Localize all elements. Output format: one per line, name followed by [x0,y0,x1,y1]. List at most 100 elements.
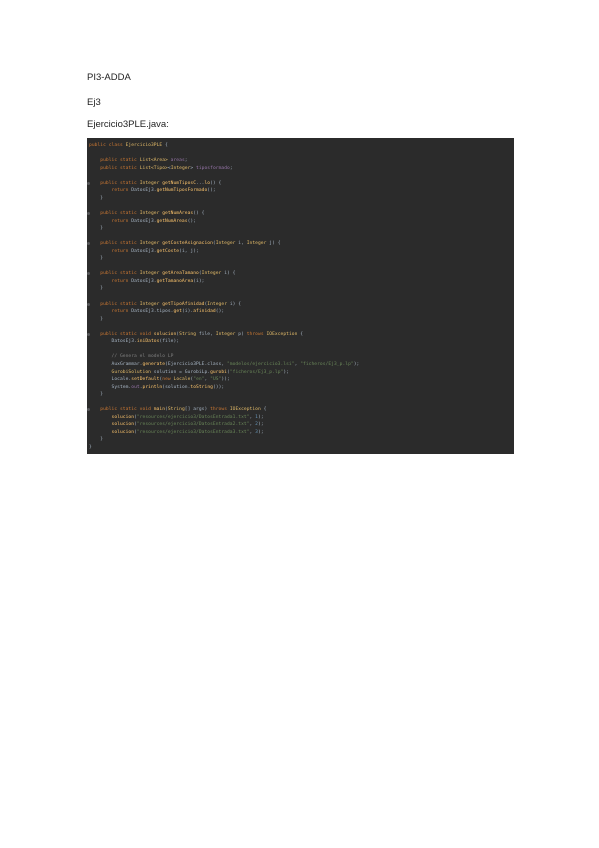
code-line: public static Integer getNumTiposC...lo(… [89,180,221,187]
code-line: System.out.println(solution.toString()); [89,384,225,391]
code-token: } [89,392,104,398]
code-token: DatosEj3. [89,339,137,345]
code-token: solucion [89,429,135,435]
code-token: String [167,407,185,413]
code-line: public static List<Tipo><Integer> tiposf… [89,165,233,172]
code-token: public static void [89,407,154,413]
code-token: (i); [193,278,205,284]
code-token: return [89,278,132,284]
code-token: (); [215,309,225,315]
code-token: getCosteAsignacion [159,241,213,247]
code-line: solucion("resources/ejercicio3/DatosEntr… [89,429,264,436]
code-line: DatosEj3.iniDatos(file); [89,338,180,345]
code-token: (i). [181,309,194,315]
code-token: solution = GurobiLp. [150,369,211,375]
code-token: // Genera el modelo LP [89,354,174,360]
code-token: setDefault [131,377,160,383]
code-token: public static [89,180,140,186]
code-line: public static Integer getNumAreas() { [89,210,204,217]
code-token: Integer [139,180,160,186]
code-token: (); [187,218,197,224]
fold-marker-icon [87,332,90,336]
code-token: Integer [139,301,160,307]
code-token: ); [353,361,360,367]
code-token: return [89,188,132,194]
code-token: List<Tipo> [139,165,168,171]
code-token: Ejercicio3PLE [125,143,163,148]
code-token: } [89,256,104,262]
code-token: { [260,407,267,413]
code-line: // Genera el modelo LP [89,353,174,360]
code-token: )); [221,377,230,383]
code-token: get [173,309,182,315]
code-token: solucion [89,422,135,428]
code-token: IOException [266,331,298,337]
code-token: Locale. [89,377,132,383]
code-token: { [297,331,304,337]
code-token: tiposformado [196,165,230,171]
code-token: public static [89,241,140,247]
code-token: throws [246,331,267,337]
code-token: out [131,384,140,390]
code-token: ()); [212,384,225,390]
code-token: } [89,316,104,322]
code-token: public static [89,271,140,277]
code-token: getNumAreas [159,210,194,216]
code-token: Integer [170,165,191,171]
code-token: throws [210,407,230,413]
code-line: return DatosEj3.tipos.get(i).afinidad(); [89,308,225,315]
code-token: generate [142,361,166,367]
code-token: return [89,218,132,224]
code-token: () { [210,180,222,186]
code-line: solucion("resources/ejercicio3/DatosEntr… [89,414,264,421]
code-line: } [89,225,103,232]
code-token: } [89,286,104,292]
code-token: "resources/ejercicio3/DatosEntrada1.txt" [136,414,250,420]
code-token: DatosEj3. [131,188,157,194]
code-line: } [89,255,103,262]
code-token: DatosEj3.tipos. [131,309,174,315]
code-token: } [89,195,104,201]
document-heading-project: PI3-ADDA [87,72,131,83]
code-line: } [89,195,103,202]
code-token: getNumTiposFormado [156,188,208,194]
code-screenshot: public class Ejercicio3PLE { public stat… [87,138,514,454]
code-line: return DatosEj3.getTamanoArea(i); [89,278,205,285]
code-token: toString [190,384,213,390]
code-token: getNumTiposC [159,180,197,186]
code-token: Integer [201,271,222,277]
fold-marker-icon [87,211,90,215]
code-token: "resources/ejercicio3/DatosEntrada2.txt" [136,422,250,428]
code-token: "en" [193,377,205,383]
code-token: j) { [266,241,281,247]
code-token: getNumAreas [156,218,188,224]
code-token: ; [229,165,233,171]
code-line: } [89,316,103,323]
code-line: solucion("resources/ejercicio3/DatosEntr… [89,421,264,428]
code-line: return DatosEj3.getNumTiposFormado(); [89,187,216,194]
code-token: getCoste [156,248,180,254]
code-token: new [162,377,174,383]
code-line: public static Integer getCosteAsignacion… [89,240,281,247]
code-token: IOException [229,407,261,413]
code-token: (Ejercicio3PLE.class, [165,361,227,367]
code-token: "US" [210,377,222,383]
code-token: ); [258,429,264,435]
document-heading-filename: Ejercicio3PLE.java: [87,119,169,130]
code-token: } [89,437,104,443]
code-line: } [89,444,92,451]
code-token: getTamanoArea [156,278,194,284]
code-token: ); [258,414,264,420]
document-heading-exercise: Ej3 [87,97,101,108]
fold-marker-icon [87,302,90,306]
code-token: Integer [215,331,236,337]
code-line: } [89,285,103,292]
code-token: } [89,226,104,232]
code-line: public static List<Area> areas; [89,157,188,164]
code-token: getTipoAfinidad [159,301,205,307]
code-token: Integer [139,271,160,277]
code-token: (file); [159,339,180,345]
code-line: public class Ejercicio3PLE { [89,142,168,149]
code-line: public static Integer getTipoAfinidad(In… [89,301,241,308]
code-token: "modelos/ejercicio3.lsi" [226,361,295,367]
